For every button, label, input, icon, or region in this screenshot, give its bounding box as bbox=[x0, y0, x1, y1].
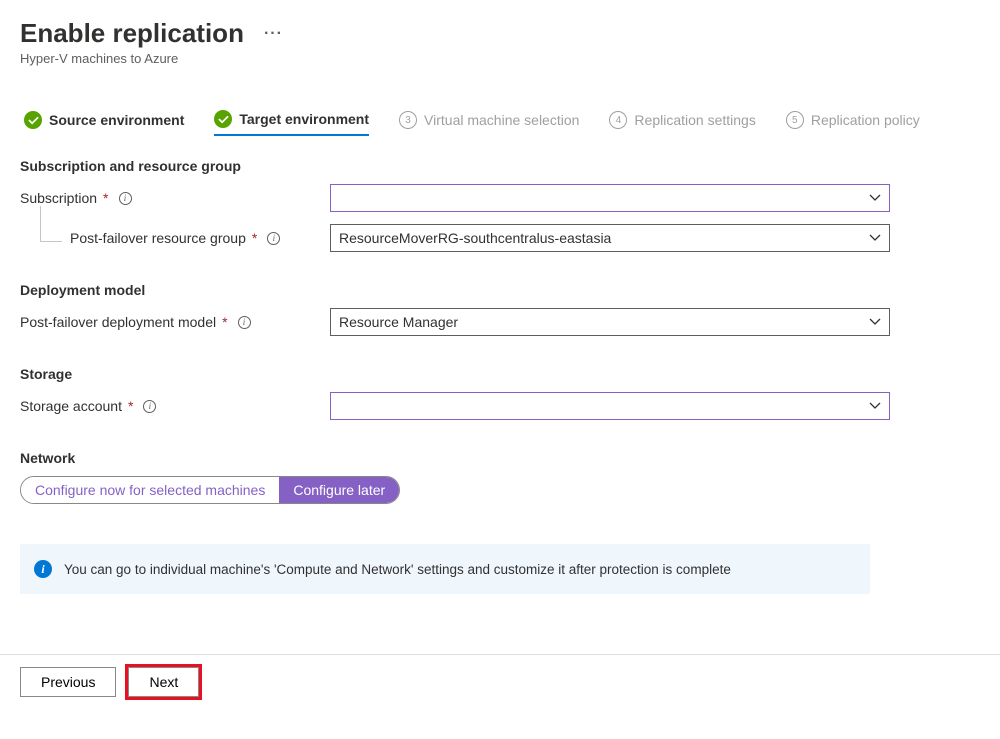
row-resource-group: Post-failover resource group * i Resourc… bbox=[20, 224, 980, 252]
required-mark: * bbox=[128, 398, 133, 414]
step-label: Target environment bbox=[239, 111, 369, 127]
section-subscription-heading: Subscription and resource group bbox=[20, 158, 980, 174]
label-text: Subscription bbox=[20, 190, 97, 206]
step-source-environment[interactable]: Source environment bbox=[24, 111, 184, 135]
row-storage-account: Storage account * i bbox=[20, 392, 980, 420]
step-number: 4 bbox=[609, 111, 627, 129]
info-icon: i bbox=[34, 560, 52, 578]
step-label: Virtual machine selection bbox=[424, 112, 579, 128]
section-deployment-heading: Deployment model bbox=[20, 282, 980, 298]
step-vm-selection[interactable]: 3 Virtual machine selection bbox=[399, 111, 579, 135]
chevron-down-icon bbox=[869, 232, 881, 244]
info-icon[interactable]: i bbox=[267, 232, 280, 245]
row-deployment-model: Post-failover deployment model * i Resou… bbox=[20, 308, 980, 336]
next-button[interactable]: Next bbox=[128, 667, 199, 697]
label-text: Post-failover deployment model bbox=[20, 314, 216, 330]
info-icon[interactable]: i bbox=[143, 400, 156, 413]
page-subtitle: Hyper-V machines to Azure bbox=[20, 51, 980, 66]
step-number: 3 bbox=[399, 111, 417, 129]
page-title: Enable replication ··· bbox=[20, 18, 980, 49]
required-mark: * bbox=[222, 314, 227, 330]
section-storage-heading: Storage bbox=[20, 366, 980, 382]
previous-button[interactable]: Previous bbox=[20, 667, 116, 697]
dropdown-value: ResourceMoverRG-southcentralus-eastasia bbox=[339, 230, 611, 246]
step-label: Replication settings bbox=[634, 112, 755, 128]
deployment-model-dropdown[interactable]: Resource Manager bbox=[330, 308, 890, 336]
required-mark: * bbox=[103, 190, 108, 206]
footer-separator bbox=[0, 654, 1000, 655]
row-subscription: Subscription * i bbox=[20, 184, 980, 212]
step-replication-settings[interactable]: 4 Replication settings bbox=[609, 111, 755, 135]
info-icon[interactable]: i bbox=[119, 192, 132, 205]
chevron-down-icon bbox=[869, 400, 881, 412]
check-icon bbox=[24, 111, 42, 129]
footer-buttons: Previous Next bbox=[20, 667, 980, 697]
label-resource-group: Post-failover resource group * i bbox=[20, 230, 330, 246]
section-network-heading: Network bbox=[20, 450, 980, 466]
check-icon bbox=[214, 110, 232, 128]
dropdown-value: Resource Manager bbox=[339, 314, 458, 330]
network-configure-now[interactable]: Configure now for selected machines bbox=[21, 477, 279, 503]
chevron-down-icon bbox=[869, 316, 881, 328]
label-text: Post-failover resource group bbox=[70, 230, 246, 246]
more-icon[interactable]: ··· bbox=[264, 25, 283, 43]
network-configure-later[interactable]: Configure later bbox=[279, 477, 399, 503]
info-banner: i You can go to individual machine's 'Co… bbox=[20, 544, 870, 594]
info-banner-text: You can go to individual machine's 'Comp… bbox=[64, 562, 731, 577]
chevron-down-icon bbox=[869, 192, 881, 204]
step-number: 5 bbox=[786, 111, 804, 129]
required-mark: * bbox=[252, 230, 257, 246]
label-text: Storage account bbox=[20, 398, 122, 414]
label-storage-account: Storage account * i bbox=[20, 398, 330, 414]
network-toggle: Configure now for selected machines Conf… bbox=[20, 476, 400, 504]
label-subscription: Subscription * i bbox=[20, 190, 330, 206]
storage-account-dropdown[interactable] bbox=[330, 392, 890, 420]
label-deployment-model: Post-failover deployment model * i bbox=[20, 314, 330, 330]
subscription-dropdown[interactable] bbox=[330, 184, 890, 212]
info-icon[interactable]: i bbox=[238, 316, 251, 329]
wizard-steps: Source environment Target environment 3 … bbox=[20, 110, 980, 136]
step-target-environment[interactable]: Target environment bbox=[214, 110, 369, 136]
step-label: Replication policy bbox=[811, 112, 920, 128]
page-title-text: Enable replication bbox=[20, 18, 244, 49]
step-replication-policy[interactable]: 5 Replication policy bbox=[786, 111, 920, 135]
tree-connector bbox=[40, 206, 62, 242]
resource-group-dropdown[interactable]: ResourceMoverRG-southcentralus-eastasia bbox=[330, 224, 890, 252]
step-label: Source environment bbox=[49, 112, 184, 128]
